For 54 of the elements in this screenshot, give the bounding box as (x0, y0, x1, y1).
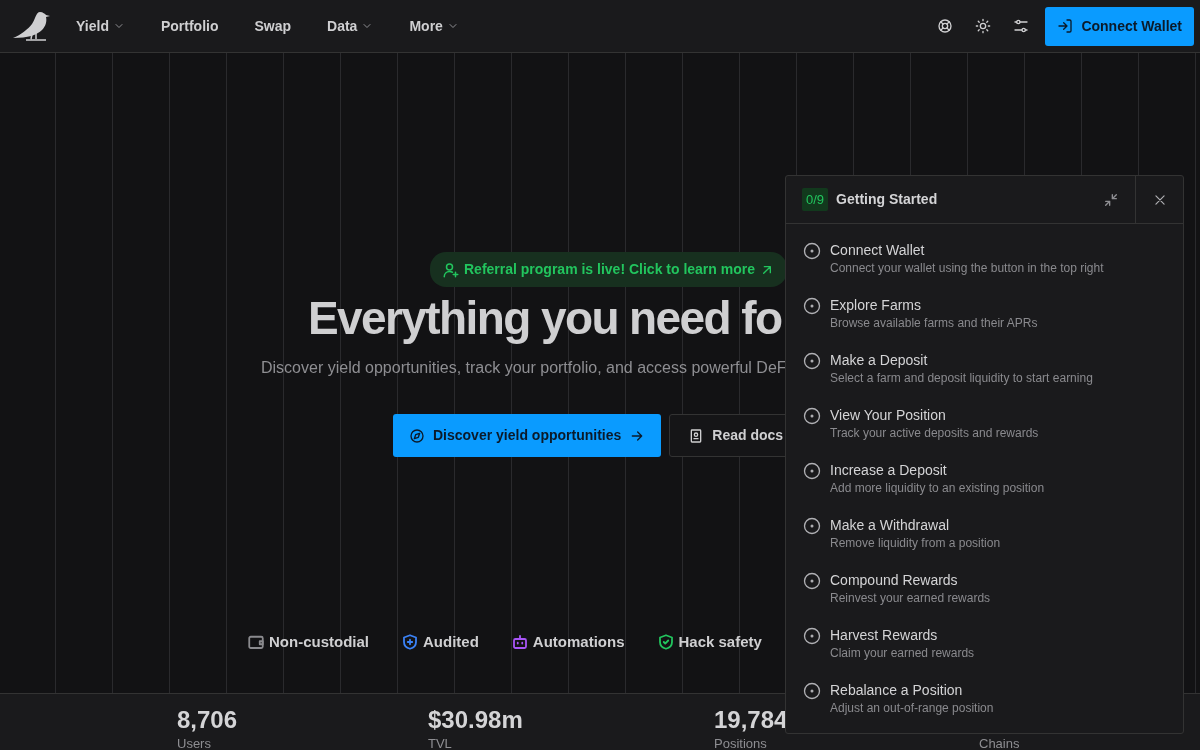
feature-label: Automations (532, 632, 625, 653)
step-description: Connect your wallet using the button in the top right (830, 260, 1104, 277)
step-title[interactable]: Connect Wallet (830, 241, 1104, 259)
lifebuoy-icon (937, 18, 954, 34)
stat-label: Users (177, 736, 211, 750)
step-title[interactable]: Explore Farms (830, 296, 1038, 314)
step-title[interactable]: Make a Withdrawal (830, 516, 1001, 534)
progress-badge: 0/9 (802, 187, 829, 212)
panel-title: Getting Started (836, 190, 938, 209)
sliders-icon (1013, 18, 1030, 34)
step-title[interactable]: Increase a Deposit (830, 461, 1045, 479)
nav-link[interactable]: Yield (76, 15, 125, 37)
nav-link[interactable]: Data (327, 15, 374, 37)
discover-button[interactable]: Discover yield opportunities (393, 414, 662, 458)
close-icon (1152, 192, 1167, 207)
nav-link[interactable]: Portfolio (160, 15, 219, 37)
step-title[interactable]: Harvest Rewards (830, 626, 975, 644)
referral-banner[interactable]: Referral program is live! Click to learn more (430, 252, 787, 287)
stat-value: 8,706 (177, 708, 238, 732)
close-button[interactable] (1152, 192, 1167, 207)
step-description: Browse available farms and their APRs (830, 315, 1038, 332)
nav-link[interactable]: More (409, 15, 459, 37)
help-button[interactable] (937, 18, 954, 34)
step-description: Adjust an out-of-range position (830, 700, 994, 717)
stat-label: Chains (979, 736, 1020, 750)
step-description: Track your active deposits and rewards (830, 425, 1039, 442)
feature-label: Non-custodial (269, 632, 369, 653)
connect-wallet-button[interactable]: Connect Wallet (1045, 6, 1194, 46)
stat-label: TVL (428, 736, 452, 750)
stat-value: $30.98m (428, 708, 523, 732)
theme-button[interactable] (975, 18, 992, 34)
sun-icon (975, 18, 992, 34)
hero-title: Everything you need fo (308, 291, 782, 346)
feature-label: Audited (423, 632, 479, 653)
step-description: Select a farm and deposit liquidity to start earning (830, 370, 1093, 387)
sign-in-icon (1057, 18, 1074, 34)
step-description: Remove liquidity from a position (830, 535, 1001, 552)
step-title[interactable]: View Your Position (830, 406, 1039, 424)
compass-icon (409, 427, 425, 444)
settings-button[interactable] (1013, 18, 1030, 34)
step-description: Add more liquidity to an existing position (830, 480, 1045, 497)
hero-subtitle: Discover yield opportunities, track your portfolio, and access powerful DeF (261, 358, 787, 379)
step-title[interactable]: Compound Rewards (830, 571, 991, 589)
minimize-button[interactable] (1103, 191, 1119, 208)
user-plus-icon (442, 260, 460, 279)
feature-label: Hack safety (678, 632, 762, 653)
stat-label: Positions (714, 736, 767, 750)
minimize-icon (1103, 191, 1119, 208)
step-description: Claim your earned rewards (830, 645, 975, 662)
step-title[interactable]: Make a Deposit (830, 351, 1093, 369)
nav-link[interactable]: Swap (254, 15, 292, 37)
step-title[interactable]: Rebalance a Position (830, 681, 994, 699)
step-description: Reinvest your earned rewards (830, 590, 991, 607)
stat-value: 19,784 (714, 708, 788, 732)
